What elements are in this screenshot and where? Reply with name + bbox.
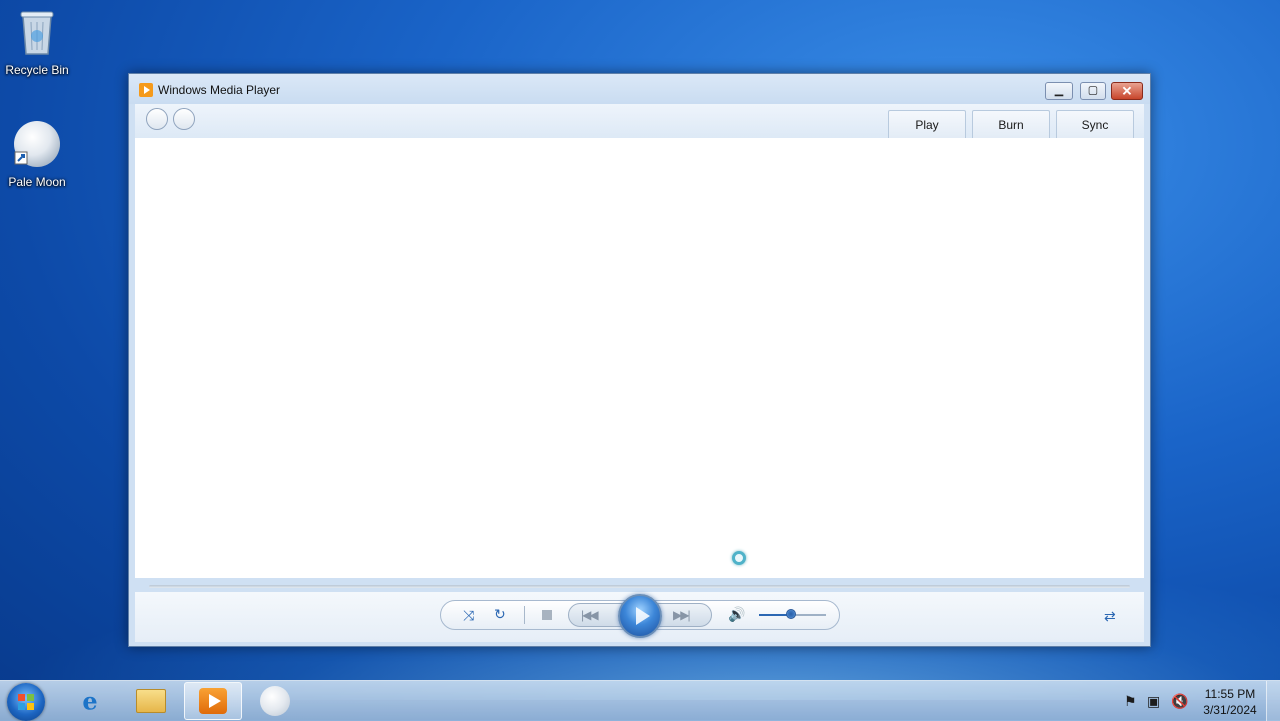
repeat-button[interactable]: ↻ — [494, 607, 506, 621]
maximize-icon: ▢ — [1087, 84, 1099, 97]
taskbar-internet-explorer[interactable]: e — [61, 682, 119, 720]
desktop-icon-pale-moon[interactable]: Pale Moon — [0, 120, 74, 189]
internet-explorer-icon: e — [82, 686, 98, 716]
back-button[interactable] — [146, 108, 168, 130]
windows-media-player-icon — [139, 83, 153, 97]
folder-icon — [136, 689, 166, 713]
show-desktop-button[interactable] — [1266, 681, 1280, 721]
network-icon[interactable]: ▣ — [1147, 693, 1160, 710]
taskbar-windows-media-player[interactable] — [184, 682, 242, 720]
action-center-flag-icon[interactable]: ⚑ — [1124, 693, 1137, 710]
title-bar[interactable]: Windows Media Player ▁ ▢ ✕ — [129, 74, 1150, 104]
minimize-icon: ▁ — [1054, 84, 1064, 97]
maximize-button[interactable]: ▢ — [1080, 82, 1106, 100]
stop-button[interactable] — [542, 610, 552, 620]
taskbar-windows-explorer[interactable] — [122, 682, 180, 720]
media-player-window: Windows Media Player ▁ ▢ ✕ Play Burn Syn… — [128, 73, 1151, 647]
clock-time: 11:55 PM — [1204, 687, 1256, 701]
volume-muted-icon[interactable]: 🔇 — [1171, 693, 1188, 710]
pale-moon-icon — [260, 686, 290, 716]
taskbar: e ⚑ ▣ 🔇 11:55 PM 3/31/2024 — [0, 680, 1280, 721]
pale-moon-icon — [14, 121, 60, 167]
previous-button[interactable]: |◀◀ — [581, 608, 599, 622]
volume-slider[interactable] — [759, 609, 826, 619]
clock-date: 3/31/2024 — [1203, 703, 1257, 717]
library-content-area[interactable] — [135, 138, 1144, 578]
close-button[interactable]: ✕ — [1111, 82, 1143, 100]
minimize-button[interactable]: ▁ — [1045, 82, 1073, 100]
windows-logo-icon — [18, 694, 34, 710]
forward-button[interactable] — [173, 108, 195, 130]
window-title: Windows Media Player — [158, 83, 281, 97]
desktop-icon-label: Pale Moon — [8, 175, 66, 189]
taskbar-pale-moon[interactable] — [246, 682, 304, 720]
next-button[interactable]: ▶▶| — [673, 608, 691, 622]
start-button[interactable] — [7, 683, 45, 721]
loading-spinner-icon — [732, 551, 746, 565]
windows-media-player-icon — [199, 688, 227, 714]
seek-bar[interactable] — [149, 585, 1130, 588]
system-clock[interactable]: 11:55 PM 3/31/2024 — [1196, 686, 1264, 718]
volume-icon[interactable]: 🔊 — [728, 606, 745, 623]
recycle-bin-icon — [20, 11, 54, 55]
play-button[interactable] — [618, 594, 662, 638]
close-icon: ✕ — [1121, 83, 1133, 99]
desktop-icon-recycle-bin[interactable]: Recycle Bin — [0, 8, 74, 77]
shuffle-button[interactable]: ⤨ — [463, 608, 474, 622]
desktop-icon-label: Recycle Bin — [5, 63, 69, 77]
tab-play[interactable]: Play — [888, 110, 966, 138]
tab-burn[interactable]: Burn — [972, 110, 1050, 138]
switch-to-now-playing-button[interactable]: ⇄ — [1104, 608, 1116, 625]
playback-controls: ⤨ ↻ |◀◀ ▶▶| 🔊 ⇄ — [135, 592, 1144, 642]
controls-divider — [524, 606, 525, 624]
tab-sync[interactable]: Sync — [1056, 110, 1134, 138]
navigation-bar: Play Burn Sync — [135, 104, 1144, 139]
